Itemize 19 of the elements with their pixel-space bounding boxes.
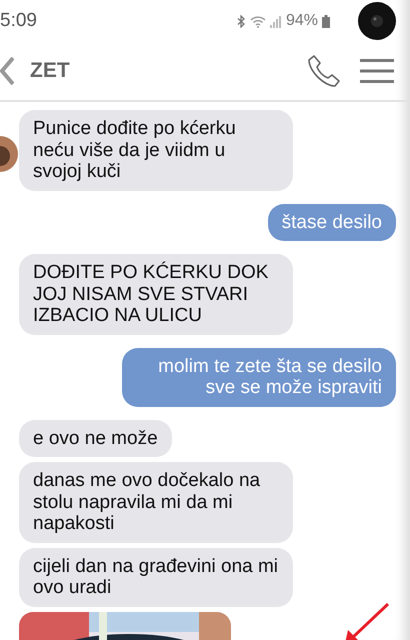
avatar[interactable] (0, 134, 20, 174)
signal-icon (270, 14, 282, 28)
menu-icon[interactable] (360, 57, 394, 85)
message-bubble: Punice dođite po kćerku neću više da je viidm u svojoj kuči (19, 110, 293, 190)
message-bubble: molim te zete šta se desilo sve se može ispraviti (122, 348, 396, 406)
battery-icon (322, 14, 330, 28)
message-bubble: danas me ovo dočekalo na stolu napravila mi da mi napakosti (19, 462, 293, 542)
wifi-icon (250, 14, 266, 28)
message-bubble: e ovo ne može (19, 420, 172, 457)
message-bubble: štase desilo (268, 204, 396, 241)
message-bubble: cijeli dan na građevini ona mi ovo uradi (19, 548, 293, 606)
phone-icon[interactable] (306, 53, 342, 89)
status-time: 5:09 (0, 10, 37, 32)
battery-level: 94% (286, 12, 318, 30)
bluetooth-icon (236, 14, 246, 28)
back-icon[interactable] (0, 56, 14, 86)
message-bubble: DOĐITE PO KĆERKU DOK JOJ NISAM SVE STVARI IZBACIO NA ULICU (19, 254, 293, 334)
contact-name: ZET (30, 59, 70, 83)
camera-icon (358, 2, 396, 40)
